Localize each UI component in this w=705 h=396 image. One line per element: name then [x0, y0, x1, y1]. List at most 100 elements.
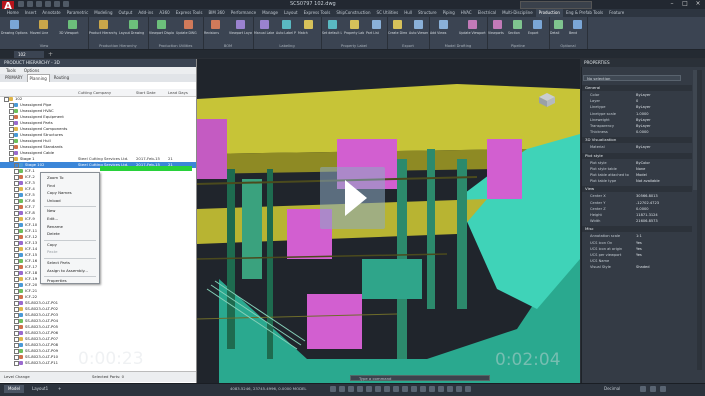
ribbon-tool-label[interactable]: Set default Location	[322, 31, 342, 35]
undo-icon[interactable]	[45, 1, 51, 7]
property-row[interactable]: Color ByLayer	[582, 92, 692, 98]
property-value[interactable]: Yes	[636, 252, 642, 258]
ribbon-tool-label[interactable]: Section	[508, 31, 526, 35]
ortho-icon[interactable]	[348, 386, 354, 392]
ribbon-tab[interactable]: Structure	[415, 9, 440, 17]
property-value[interactable]: 1:1	[636, 233, 642, 239]
ribbon-tool-label[interactable]: 3D Viewport	[59, 31, 86, 35]
ribbon-tab[interactable]: Modeling	[91, 9, 115, 17]
property-row[interactable]: Width 21606.8573	[582, 218, 692, 224]
new-icon[interactable]	[18, 1, 24, 7]
document-tab[interactable]: 102	[14, 51, 44, 58]
ribbon-tab[interactable]: Output	[115, 9, 135, 17]
context-menu-item[interactable]: Zoom To	[47, 175, 64, 180]
properties-scrollbar[interactable]	[697, 70, 702, 370]
ribbon-tab[interactable]: Hull	[401, 9, 415, 17]
ribbon-panel-label[interactable]: View	[0, 44, 88, 48]
ribbon-tool-label[interactable]: Manual Label	[254, 31, 274, 35]
ribbon-tab[interactable]: A360	[156, 9, 172, 17]
ribbon-tool-label[interactable]: Detail	[550, 31, 567, 35]
ribbon-tool-label[interactable]: Product Hierarchy	[89, 31, 117, 35]
selection-dropdown[interactable]: No selection	[583, 75, 681, 81]
ribbon-tab[interactable]: Manage	[259, 9, 281, 17]
ribbon-tab[interactable]: Performance	[228, 9, 259, 17]
context-menu-item[interactable]: Select Parts	[47, 260, 70, 265]
ribbon-tool-label[interactable]: Auto Label Part	[276, 31, 296, 35]
ribbon-tool-icon[interactable]	[303, 20, 313, 29]
ribbon-panel-label[interactable]: Labeling	[253, 44, 321, 48]
close-button[interactable]: ×	[694, 1, 702, 7]
ribbon-tool-label[interactable]: Export	[528, 31, 546, 35]
ribbon-tab[interactable]: HVAC	[458, 9, 475, 17]
ribbon-tool-icon[interactable]	[371, 20, 381, 29]
property-row[interactable]: Annotation scale 1:1	[582, 233, 692, 239]
ribbon-tool-icon[interactable]	[68, 20, 77, 29]
new-tab-button[interactable]: +	[48, 51, 55, 58]
property-row[interactable]: Layer 0	[582, 98, 692, 104]
property-value[interactable]: -12702.4723	[636, 200, 659, 206]
otrack-icon[interactable]	[375, 386, 381, 392]
snap-icon[interactable]	[339, 386, 345, 392]
property-row[interactable]: Height 11871.3124	[582, 212, 692, 218]
plot-icon[interactable]	[63, 1, 69, 7]
property-row[interactable]: Lineweight ByLayer	[582, 117, 692, 123]
context-menu-item[interactable]: Assign to Assembly...	[47, 268, 88, 273]
ribbon-tool-label[interactable]: Viewport Layout	[229, 31, 252, 35]
ribbon-tool-icon[interactable]	[10, 20, 19, 29]
lineweight-icon[interactable]	[384, 386, 390, 392]
ribbon-tab[interactable]: Home	[4, 9, 22, 17]
property-value[interactable]: ByLayer	[636, 144, 651, 150]
ribbon-tool-icon[interactable]	[554, 20, 563, 29]
ribbon-tool-icon[interactable]	[393, 20, 402, 29]
ribbon-tool-icon[interactable]	[327, 20, 337, 29]
selection-cycling-icon[interactable]	[402, 386, 408, 392]
settings-icon[interactable]	[640, 386, 646, 392]
hardware-accel-icon[interactable]	[447, 386, 453, 392]
property-row[interactable]: Center Z 0.0000	[582, 206, 692, 212]
ribbon-tool-icon[interactable]	[39, 20, 48, 29]
transparency-icon[interactable]	[393, 386, 399, 392]
property-value[interactable]: Yes	[636, 240, 642, 246]
property-value[interactable]: None	[636, 166, 645, 172]
ribbon-tool-label[interactable]: Layout Drawing	[119, 31, 147, 35]
fullscreen-toggle-icon[interactable]	[660, 386, 666, 392]
workspace-icon[interactable]	[420, 386, 426, 392]
property-row[interactable]: UCS icon On Yes	[582, 240, 692, 246]
redo-icon[interactable]	[54, 1, 60, 7]
property-row[interactable]: Material ByLayer	[582, 144, 692, 150]
ribbon-tool-label[interactable]: Viewport Display Options	[149, 31, 174, 35]
ribbon-tool-label[interactable]: Moved Line	[30, 31, 57, 35]
properties-section-header[interactable]: View	[582, 186, 692, 193]
open-icon[interactable]	[27, 1, 33, 7]
ribbon-tool-icon[interactable]	[512, 20, 522, 29]
ribbon-panel-label[interactable]: Optional	[549, 44, 587, 48]
property-row[interactable]: Linetype ByLayer	[582, 104, 692, 110]
ribbon-tab[interactable]: Add-ins	[135, 9, 156, 17]
units-readout[interactable]: Decimal	[604, 386, 620, 391]
tab-routing[interactable]: Routing	[52, 74, 71, 82]
context-menu-item[interactable]: New	[47, 208, 56, 213]
column-header-start-date[interactable]: Start Date	[136, 89, 156, 96]
command-line-input[interactable]: Type a command	[350, 375, 490, 381]
properties-section-header[interactable]: 3D Visualization	[582, 137, 692, 144]
context-menu-item[interactable]: Properties	[47, 278, 67, 283]
ribbon-panel-label[interactable]: Production Hierarchy	[88, 44, 148, 48]
property-value[interactable]: ByColor	[636, 160, 650, 166]
tab-planning[interactable]: Planning	[26, 74, 50, 82]
context-menu-item[interactable]: Copy	[47, 242, 57, 247]
ribbon-tool-label[interactable]: Add Views	[430, 31, 457, 35]
maximize-viewport-icon[interactable]	[650, 386, 656, 392]
ribbon-tool-label[interactable]: Bend	[569, 31, 586, 35]
property-row[interactable]: UCS per viewport Yes	[582, 252, 692, 258]
property-row[interactable]: Plot table attached to Model	[582, 172, 692, 178]
properties-section-header[interactable]: General	[582, 85, 692, 91]
ribbon-tool-icon[interactable]	[414, 20, 423, 29]
ribbon-tool-icon[interactable]	[259, 20, 269, 29]
property-value[interactable]: Not available	[636, 178, 660, 184]
property-value[interactable]: ByLayer	[636, 92, 651, 98]
ribbon-tool-label[interactable]: Drawing Options	[1, 31, 28, 35]
ribbon-tool-icon[interactable]	[184, 20, 193, 29]
property-row[interactable]: UCS icon at origin Yes	[582, 246, 692, 252]
ribbon-panel-label[interactable]: Export	[387, 44, 429, 48]
ribbon-tool-icon[interactable]	[349, 20, 359, 29]
